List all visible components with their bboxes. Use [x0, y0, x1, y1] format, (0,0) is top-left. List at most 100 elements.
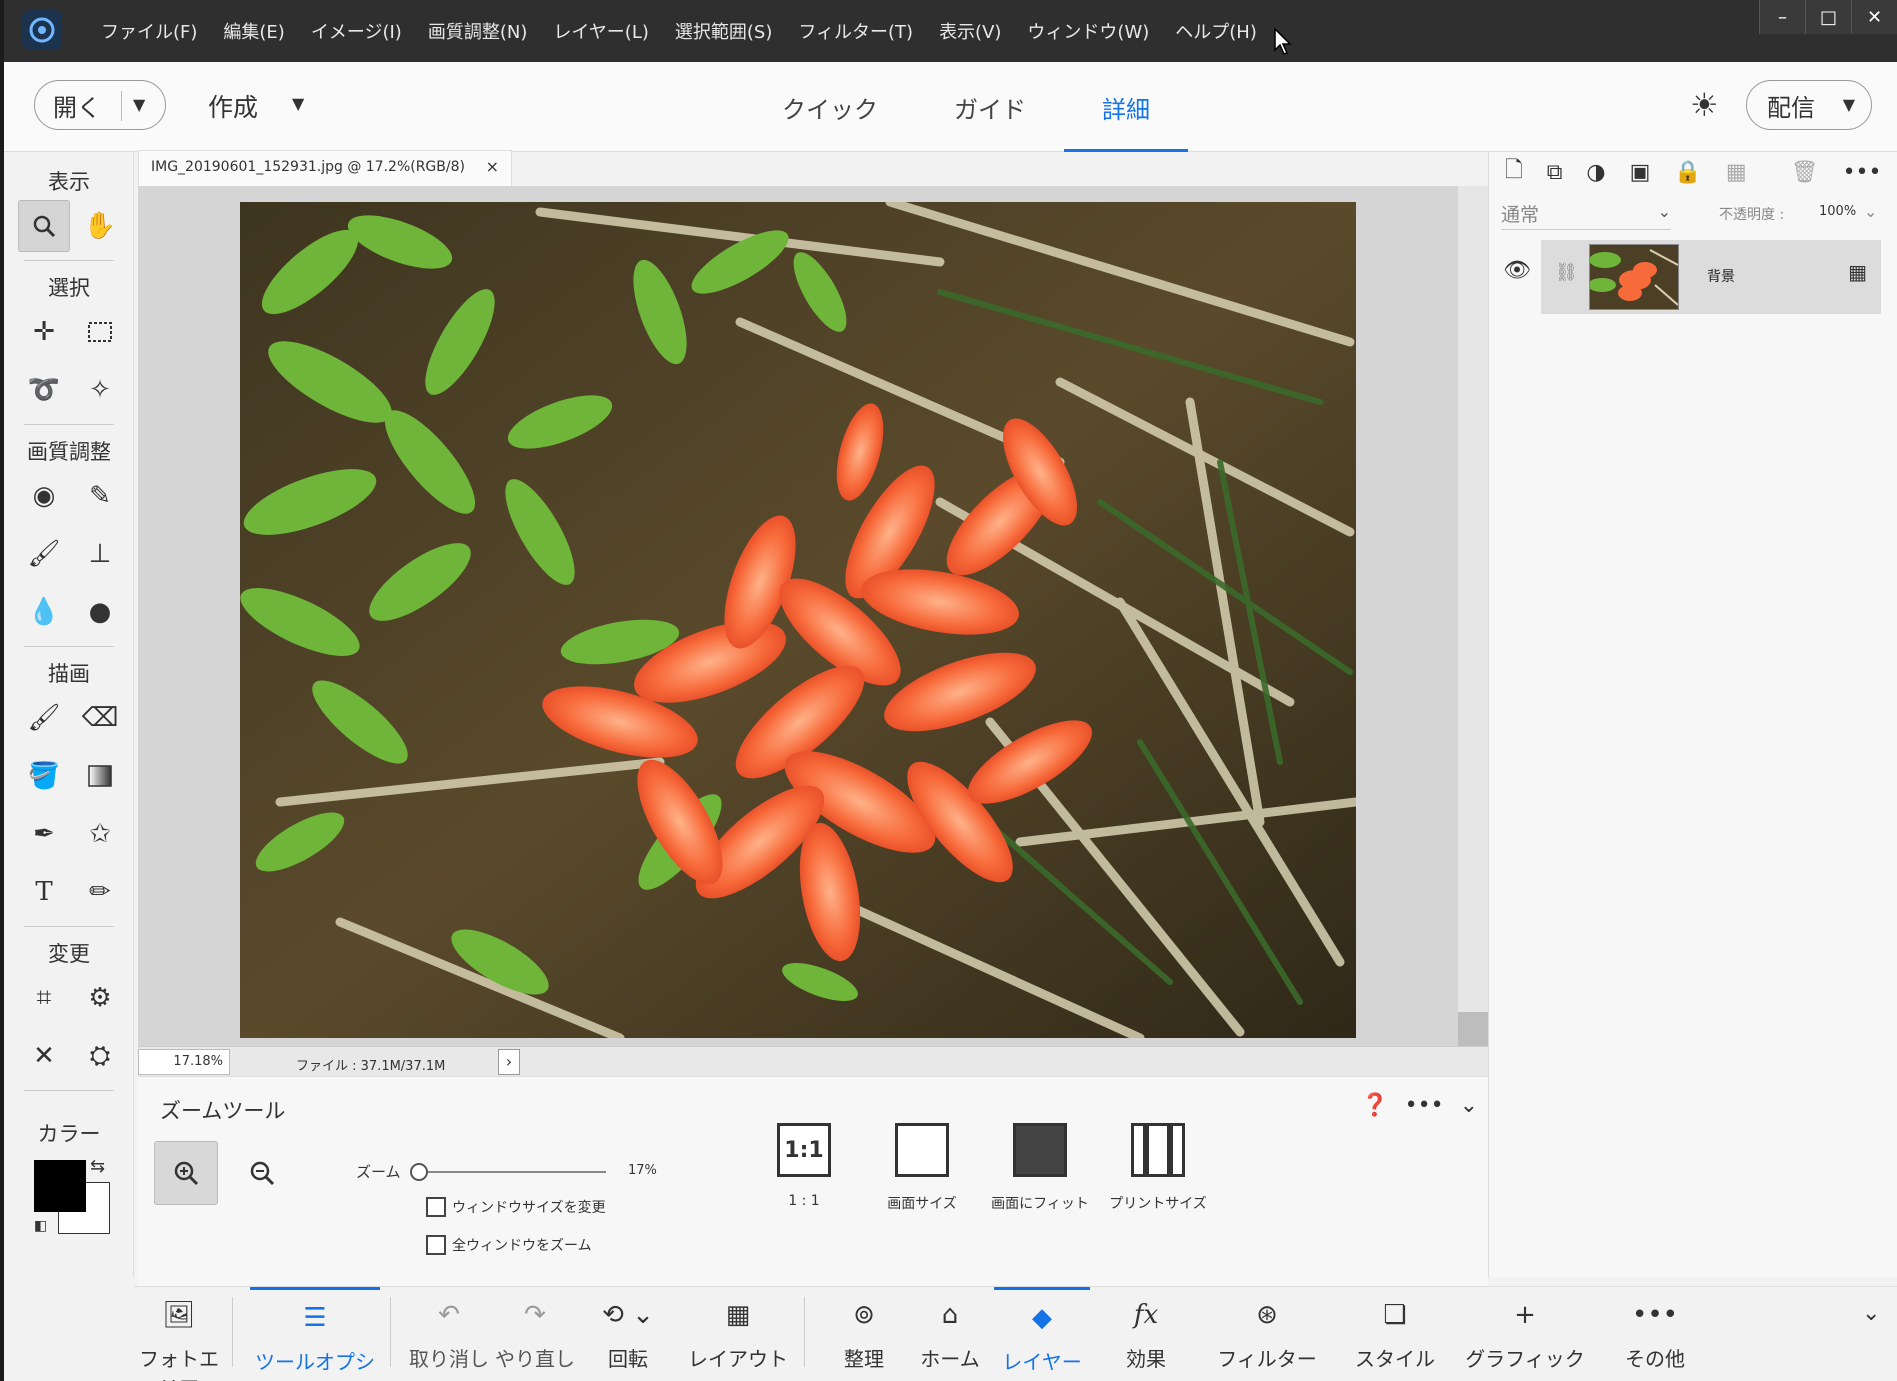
close-icon[interactable]: × [486, 157, 499, 176]
blend-mode-dropdown[interactable]: 通常 ⌄ [1501, 200, 1671, 230]
type-tool-icon[interactable]: T [18, 866, 70, 918]
trash-icon[interactable]: 🗑 [1791, 160, 1819, 185]
recompose-tool-icon[interactable]: ⚙ [74, 972, 126, 1024]
layout-button[interactable]: ▦ レイアウト [678, 1287, 798, 1381]
styles-button[interactable]: ❏ スタイル [1340, 1287, 1450, 1381]
chevron-right-icon[interactable]: › [498, 1049, 520, 1075]
move-tool-icon[interactable]: ✛ [18, 306, 70, 358]
checkbox-box[interactable] [426, 1235, 446, 1255]
new-layer-icon[interactable]: 🗋 [1505, 153, 1523, 191]
brush-tool-icon[interactable]: 🖌 [18, 692, 70, 744]
zoom-slider-knob[interactable] [410, 1163, 428, 1181]
menu-image[interactable]: イメージ(I) [298, 18, 415, 44]
chevron-down-icon[interactable]: ⌄ [1864, 202, 1877, 221]
home-button[interactable]: ⌂ ホーム [912, 1287, 988, 1381]
minimize-button[interactable]: – [1759, 0, 1805, 34]
hand-tool-icon[interactable]: ✋ [74, 200, 126, 252]
clone-stamp-icon[interactable]: ⊥ [74, 528, 126, 580]
share-button[interactable]: 配信 ▼ [1746, 80, 1872, 130]
custom-shape-icon[interactable]: ✩ [74, 808, 126, 860]
zoom-all-windows-checkbox[interactable]: 全ウィンドウをズーム [426, 1235, 592, 1255]
help-icon[interactable]: ❓ [1361, 1093, 1388, 1118]
layers-button[interactable]: ◆ レイヤー [994, 1287, 1090, 1381]
zoom-slider-track[interactable] [420, 1171, 606, 1173]
eyedropper-icon[interactable]: ✒ [18, 808, 70, 860]
sponge-tool-icon[interactable]: ● [74, 586, 126, 638]
default-colors-icon[interactable]: ◧ [34, 1218, 47, 1234]
eraser-tool-icon[interactable]: ⌫ [74, 692, 126, 744]
healing-brush-icon[interactable]: ✎ [74, 470, 126, 522]
print-size-button[interactable]: プリントサイズ [1098, 1123, 1218, 1213]
rotate-button[interactable]: ⟲ ⌄ 回転 [578, 1287, 678, 1381]
menu-view[interactable]: 表示(V) [926, 18, 1014, 44]
maximize-button[interactable]: □ [1805, 0, 1851, 34]
link-icon[interactable]: ⛓ [1555, 262, 1578, 283]
menu-enhance[interactable]: 画質調整(N) [415, 18, 541, 44]
document-tab[interactable]: IMG_20190601_152931.jpg @ 17.2%(RGB/8) × [138, 150, 512, 186]
menu-edit[interactable]: 編集(E) [210, 18, 297, 44]
straighten-tool-icon[interactable]: ⛭ [74, 1030, 126, 1082]
lock-transparency-icon[interactable]: ▦ [1726, 160, 1747, 185]
tab-expert[interactable]: 詳細 [1064, 62, 1188, 152]
tab-quick[interactable]: クイック [744, 62, 916, 152]
more-options-icon[interactable]: ••• [1405, 1093, 1444, 1118]
zoom-out-button[interactable] [230, 1141, 294, 1205]
tab-guided[interactable]: ガイド [916, 62, 1064, 152]
more-options-icon[interactable]: ••• [1843, 160, 1882, 185]
menu-window[interactable]: ウィンドウ(W) [1014, 18, 1162, 44]
layer-mask-icon[interactable]: ▣ [1630, 160, 1651, 185]
new-group-icon[interactable]: ⧉ [1547, 160, 1563, 185]
filters-button[interactable]: ⊛ フィルター [1204, 1287, 1330, 1381]
visibility-eye-icon[interactable]: 👁 [1503, 258, 1531, 283]
more-button[interactable]: ••• その他 [1600, 1287, 1710, 1381]
menu-filter[interactable]: フィルター(T) [785, 18, 926, 44]
swap-colors-icon[interactable]: ⇆ [90, 1156, 105, 1177]
create-button[interactable]: 作成 [208, 88, 258, 124]
magic-wand-tool-icon[interactable]: ✧ [74, 364, 126, 416]
organizer-button[interactable]: ⊚ 整理 [814, 1287, 914, 1381]
pencil-tool-icon[interactable]: ✏ [74, 866, 126, 918]
open-button[interactable]: 開く ▼ [34, 80, 166, 130]
menu-layer[interactable]: レイヤー(L) [540, 18, 662, 44]
paint-bucket-icon[interactable]: 🪣 [18, 750, 70, 802]
blur-tool-icon[interactable]: 💧 [18, 586, 70, 638]
scrollbar-thumb[interactable] [1458, 1012, 1488, 1046]
zoom-in-button[interactable] [154, 1141, 218, 1205]
zoom-tool-icon[interactable] [18, 200, 70, 252]
lasso-tool-icon[interactable]: ➰ [18, 364, 70, 416]
screen-size-button[interactable]: 画面サイズ [862, 1123, 982, 1213]
foreground-color-swatch[interactable] [34, 1160, 86, 1212]
layer-row-background[interactable]: ⛓ 背景 ▦ [1541, 240, 1881, 314]
photo-image[interactable] [240, 202, 1356, 1038]
chevron-down-icon[interactable]: ⌄ [1460, 1093, 1478, 1118]
fit-screen-button[interactable]: 画面にフィット [980, 1123, 1100, 1213]
marquee-tool-icon[interactable] [74, 306, 126, 358]
redo-button[interactable]: ↷ やり直し [492, 1287, 578, 1381]
close-button[interactable]: ✕ [1851, 0, 1897, 34]
chevron-down-icon[interactable]: ⌄ [1862, 1301, 1880, 1326]
crop-tool-icon[interactable]: ⌗ [18, 972, 70, 1024]
brightness-icon[interactable]: ☀ [1690, 86, 1719, 124]
chevron-down-icon[interactable]: ▼ [292, 94, 304, 113]
tool-options-button[interactable]: ☰ ツールオプション [250, 1287, 380, 1381]
photo-bin-button[interactable]: 🖼 フォトエリア [134, 1287, 224, 1381]
resize-windows-checkbox[interactable]: ウィンドウサイズを変更 [426, 1197, 606, 1217]
gradient-tool-icon[interactable] [74, 750, 126, 802]
one-to-one-button[interactable]: 1:1 1 : 1 [744, 1123, 864, 1209]
vertical-scrollbar[interactable] [1458, 186, 1488, 1046]
menu-help[interactable]: ヘルプ(H) [1162, 18, 1270, 44]
chevron-down-icon[interactable]: ▼ [1843, 95, 1855, 114]
smart-brush-icon[interactable]: 🖌 [18, 528, 70, 580]
graphics-button[interactable]: + グラフィック [1460, 1287, 1590, 1381]
red-eye-tool-icon[interactable]: ◉ [18, 470, 70, 522]
chevron-down-icon[interactable]: ▼ [133, 95, 145, 114]
adjustment-layer-icon[interactable]: ◑ [1586, 160, 1605, 185]
content-aware-move-icon[interactable]: ✕ [18, 1030, 70, 1082]
menu-select[interactable]: 選択範囲(S) [662, 18, 785, 44]
lock-icon[interactable]: 🔒 [1674, 160, 1701, 185]
undo-button[interactable]: ↶ 取り消し [406, 1287, 492, 1381]
zoom-value-field[interactable]: 17.18% [138, 1049, 230, 1075]
opacity-value[interactable]: 100% [1819, 204, 1856, 219]
menu-file[interactable]: ファイル(F) [88, 18, 210, 44]
checkbox-box[interactable] [426, 1197, 446, 1217]
